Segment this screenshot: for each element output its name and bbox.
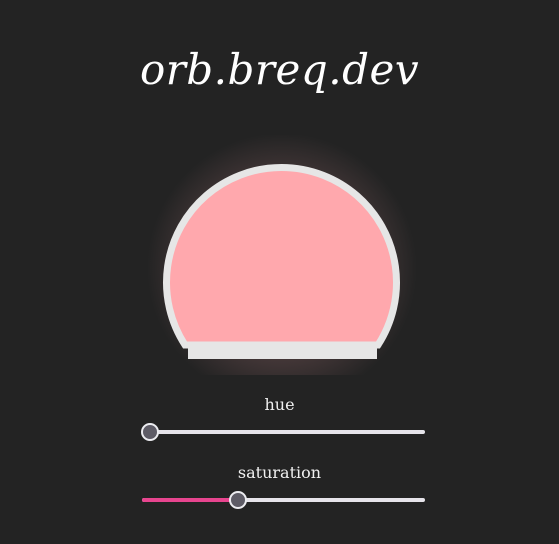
orb-base <box>188 343 377 359</box>
orb <box>140 133 420 403</box>
hue-label: hue <box>264 395 295 414</box>
orb-graphic <box>147 133 417 403</box>
saturation-label: saturation <box>237 463 322 482</box>
hue-slider-track[interactable] <box>142 430 425 434</box>
saturation-slider[interactable] <box>142 490 425 510</box>
saturation-slider-thumb[interactable] <box>229 491 248 509</box>
hue-slider[interactable] <box>141 422 425 442</box>
saturation-slider-fill <box>142 498 239 502</box>
page-title: orb.breq.dev <box>139 45 420 94</box>
hue-slider-thumb[interactable] <box>141 423 160 441</box>
